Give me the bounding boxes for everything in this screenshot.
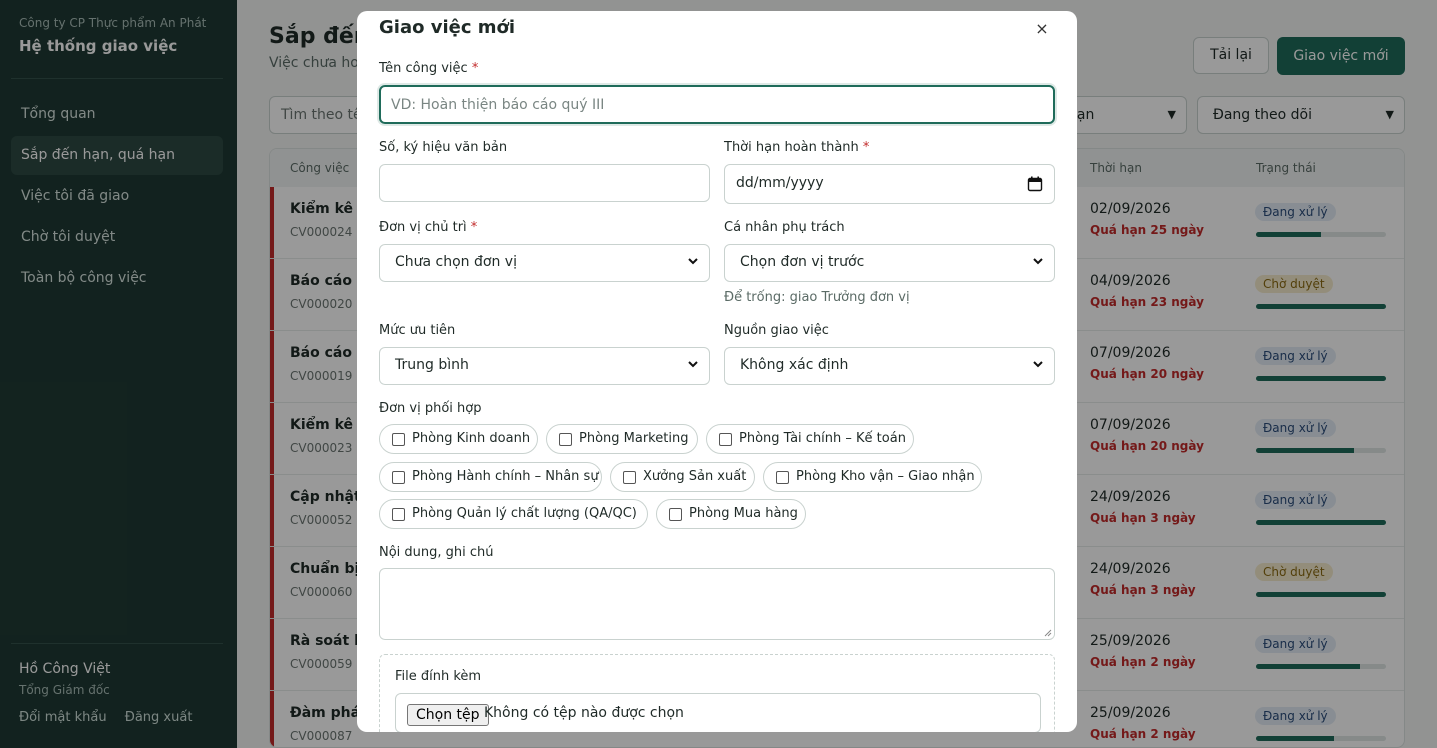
coop-unit-checkbox[interactable]: Phòng Mua hàng (656, 499, 806, 529)
assignee-select[interactable]: Chọn đơn vị trước (724, 244, 1055, 282)
priority-select[interactable]: Trung bình (379, 347, 710, 385)
assignee-hint: Để trống: giao Trưởng đơn vị (724, 290, 910, 305)
lead-unit-select[interactable]: Chưa chọn đơn vị (379, 244, 710, 282)
coop-unit-label: Phòng Hành chính – Nhân sự (412, 469, 599, 484)
resize-handle-icon[interactable] (1044, 629, 1052, 637)
doc-number-input[interactable] (379, 164, 710, 202)
coop-unit-checkbox[interactable]: Xưởng Sản xuất (610, 462, 755, 492)
source-label: Nguồn giao việc (724, 323, 829, 338)
choose-file-button[interactable]: Chọn tệp (407, 704, 489, 726)
required-mark: * (471, 61, 479, 76)
coop-unit-label: Phòng Kho vận – Giao nhận (796, 469, 975, 484)
required-mark: * (862, 140, 870, 155)
lead-unit-label-text: Đơn vị chủ trì (379, 220, 467, 235)
notes-label: Nội dung, ghi chú (379, 545, 494, 560)
checkbox-box[interactable] (719, 433, 732, 446)
notes-textarea[interactable] (379, 568, 1055, 640)
required-mark: * (470, 220, 478, 235)
attachment-label: File đính kèm (395, 669, 482, 684)
no-file-text: Không có tệp nào được chọn (484, 705, 684, 721)
source-select[interactable]: Không xác định (724, 347, 1055, 385)
coop-units-label: Đơn vị phối hợp (379, 401, 482, 416)
coop-unit-checkbox[interactable]: Phòng Tài chính – Kế toán (706, 424, 914, 454)
deadline-date-placeholder: dd/mm/yyyy (736, 175, 824, 191)
chevron-down-icon (688, 361, 698, 368)
checkbox-box[interactable] (392, 471, 405, 484)
priority-label: Mức ưu tiên (379, 323, 456, 338)
coop-unit-checkbox[interactable]: Phòng Hành chính – Nhân sự (379, 462, 602, 492)
attachment-section: File đính kèm Chọn tệp Không có tệp nào … (379, 654, 1055, 732)
coop-unit-label: Phòng Marketing (579, 431, 689, 446)
priority-value: Trung bình (395, 357, 469, 373)
task-name-input[interactable]: VD: Hoàn thiện báo cáo quý III (379, 85, 1055, 124)
coop-unit-label: Phòng Quản lý chất lượng (QA/QC) (412, 506, 637, 521)
deadline-label-text: Thời hạn hoàn thành (724, 140, 859, 155)
source-value: Không xác định (740, 357, 849, 373)
assignee-label: Cá nhân phụ trách (724, 220, 845, 235)
checkbox-box[interactable] (669, 508, 682, 521)
task-name-label: Tên công việc * (379, 61, 478, 76)
coop-unit-label: Phòng Mua hàng (689, 506, 798, 521)
assignee-value: Chọn đơn vị trước (740, 254, 865, 270)
chevron-down-icon (1033, 361, 1043, 368)
coop-unit-label: Phòng Tài chính – Kế toán (739, 431, 906, 446)
chevron-down-icon (688, 258, 698, 265)
coop-unit-checkbox[interactable]: Phòng Kinh doanh (379, 424, 538, 454)
checkbox-box[interactable] (392, 508, 405, 521)
checkbox-box[interactable] (392, 433, 405, 446)
deadline-label: Thời hạn hoàn thành * (724, 140, 869, 155)
chevron-down-icon (1033, 258, 1043, 265)
doc-number-label: Số, ký hiệu văn bản (379, 140, 508, 155)
file-input[interactable]: Chọn tệp Không có tệp nào được chọn (395, 693, 1041, 732)
modal-title: Giao việc mới (379, 17, 516, 38)
coop-unit-checkbox[interactable]: Phòng Kho vận – Giao nhận (763, 462, 982, 492)
coop-unit-label: Phòng Kinh doanh (412, 431, 531, 446)
checkbox-box[interactable] (559, 433, 572, 446)
coop-unit-checkbox[interactable]: Phòng Marketing (546, 424, 698, 454)
coop-unit-checkbox[interactable]: Phòng Quản lý chất lượng (QA/QC) (379, 499, 648, 529)
lead-unit-value: Chưa chọn đơn vị (395, 254, 517, 270)
calendar-icon[interactable] (1027, 176, 1043, 192)
lead-unit-label: Đơn vị chủ trì * (379, 220, 477, 235)
new-task-modal: Giao việc mới × Tên công việc * VD: Hoàn… (357, 11, 1077, 732)
close-icon[interactable]: × (1034, 19, 1050, 39)
task-name-placeholder: VD: Hoàn thiện báo cáo quý III (391, 97, 605, 113)
checkbox-box[interactable] (776, 471, 789, 484)
checkbox-box[interactable] (623, 471, 636, 484)
coop-unit-label: Xưởng Sản xuất (643, 469, 747, 484)
task-name-label-text: Tên công việc (379, 61, 468, 76)
deadline-date-input[interactable]: dd/mm/yyyy (724, 164, 1055, 204)
